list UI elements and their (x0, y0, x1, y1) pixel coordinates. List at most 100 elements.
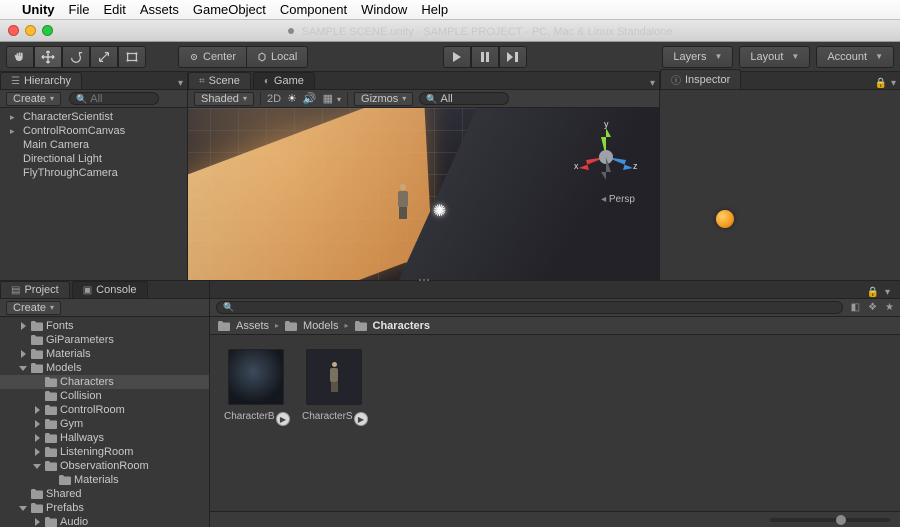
minimize-window-button[interactable] (25, 25, 36, 36)
pivot-local-button[interactable]: Local (247, 46, 308, 68)
expand-icon[interactable] (18, 503, 28, 513)
scene-character[interactable] (395, 184, 411, 220)
hierarchy-item[interactable]: Main Camera (0, 138, 187, 152)
project-tree-item[interactable]: Materials (0, 473, 209, 487)
hierarchy-search-input[interactable]: 🔍All (69, 92, 159, 105)
expand-icon[interactable] (18, 321, 28, 331)
menu-assets[interactable]: Assets (140, 2, 179, 17)
project-tree-item[interactable]: Audio (0, 515, 209, 527)
light-gizmo-icon[interactable]: ✺ (433, 201, 446, 221)
audio-toggle-icon[interactable]: 🔊 (303, 92, 317, 105)
rotate-tool-button[interactable] (62, 46, 90, 68)
project-tree-item[interactable]: Prefabs (0, 501, 209, 515)
projection-label[interactable]: Persp (601, 194, 635, 205)
panel-menu-icon[interactable]: ▾ (178, 78, 183, 89)
asset-play-icon[interactable]: ▶ (354, 412, 368, 426)
hierarchy-create-dropdown[interactable]: Create▾ (6, 92, 61, 106)
thumbnail-size-slider[interactable] (770, 518, 890, 522)
orientation-gizmo[interactable]: y z x (571, 122, 641, 192)
pause-button[interactable] (471, 46, 499, 68)
asset-item[interactable]: ▶ CharacterSci... (304, 349, 364, 422)
expand-icon[interactable]: ▸ (10, 126, 19, 137)
project-tree-item[interactable]: Materials (0, 347, 209, 361)
hierarchy-item[interactable]: ▸CharacterScientist (0, 110, 187, 124)
toggle-2d-button[interactable]: 2D (267, 93, 281, 105)
menu-component[interactable]: Component (280, 2, 347, 17)
lock-icon[interactable]: 🔒 (875, 78, 887, 89)
expand-icon[interactable] (32, 433, 42, 443)
menu-unity[interactable]: Unity (22, 2, 55, 17)
hierarchy-item[interactable]: FlyThroughCamera (0, 166, 187, 180)
expand-icon[interactable] (32, 419, 42, 429)
project-tree-item[interactable]: ListeningRoom (0, 445, 209, 459)
expand-icon[interactable] (46, 475, 56, 485)
project-tree-item[interactable]: ControlRoom (0, 403, 209, 417)
save-search-icon[interactable]: ★ (885, 302, 894, 313)
project-tree-item[interactable]: Collision (0, 389, 209, 403)
filter-by-label-icon[interactable]: ❖ (868, 302, 877, 313)
effects-toggle-icon[interactable]: ▦▾ (323, 92, 341, 105)
game-tab[interactable]: ◐Game (253, 72, 315, 89)
project-tree-item[interactable]: Hallways (0, 431, 209, 445)
scene-search-input[interactable]: 🔍All (419, 92, 509, 105)
breadcrumb-item[interactable]: Models (303, 320, 338, 332)
project-tree-item[interactable]: Shared (0, 487, 209, 501)
project-tab[interactable]: ▤Project (0, 281, 70, 298)
gizmos-dropdown[interactable]: Gizmos▾ (354, 92, 413, 106)
panel-menu-icon[interactable]: ▾ (891, 78, 896, 89)
breadcrumb-item[interactable]: Characters (373, 320, 430, 332)
hierarchy-item[interactable]: Directional Light (0, 152, 187, 166)
step-button[interactable] (499, 46, 527, 68)
project-tree-item[interactable]: Fonts (0, 319, 209, 333)
expand-icon[interactable] (32, 517, 42, 527)
expand-icon[interactable] (18, 335, 28, 345)
project-search-input[interactable]: 🔍 (216, 301, 843, 314)
hand-tool-button[interactable] (6, 46, 34, 68)
lighting-toggle-icon[interactable]: ☀ (287, 92, 297, 105)
breadcrumb-item[interactable]: Assets (236, 320, 269, 332)
expand-icon[interactable] (32, 377, 42, 387)
rect-tool-button[interactable] (118, 46, 146, 68)
move-tool-button[interactable] (34, 46, 62, 68)
play-button[interactable] (443, 46, 471, 68)
panel-menu-icon[interactable]: ▾ (650, 78, 655, 89)
expand-icon[interactable] (32, 391, 42, 401)
expand-icon[interactable]: ▸ (10, 112, 19, 123)
project-tree-item[interactable]: Characters (0, 375, 209, 389)
expand-icon[interactable] (32, 447, 42, 457)
menu-edit[interactable]: Edit (103, 2, 125, 17)
layers-dropdown[interactable]: Layers▼ (662, 46, 733, 68)
layout-dropdown[interactable]: Layout▼ (739, 46, 810, 68)
close-window-button[interactable] (8, 25, 19, 36)
pivot-center-button[interactable]: Center (178, 46, 247, 68)
project-tree-item[interactable]: ObservationRoom (0, 459, 209, 473)
expand-icon[interactable] (18, 363, 28, 373)
menu-window[interactable]: Window (361, 2, 407, 17)
menu-gameobject[interactable]: GameObject (193, 2, 266, 17)
scene-viewport[interactable]: ✺ y z x Persp (188, 108, 659, 280)
panel-menu-icon[interactable]: ▾ (885, 287, 890, 298)
asset-play-icon[interactable]: ▶ (276, 412, 290, 426)
project-create-dropdown[interactable]: Create▾ (6, 301, 61, 315)
console-tab[interactable]: ▣Console (72, 281, 148, 298)
expand-icon[interactable] (32, 405, 42, 415)
inspector-tab[interactable]: ⓘInspector (660, 69, 741, 89)
menu-help[interactable]: Help (421, 2, 448, 17)
hierarchy-tab[interactable]: ☰Hierarchy (0, 72, 82, 89)
project-tree-item[interactable]: Models (0, 361, 209, 375)
project-tree-item[interactable]: GiParameters (0, 333, 209, 347)
hierarchy-item[interactable]: ▸ControlRoomCanvas (0, 124, 187, 138)
expand-icon[interactable] (32, 461, 42, 471)
scene-tab[interactable]: ⌗Scene (188, 72, 251, 89)
asset-item[interactable]: ▶ CharacterBu... (226, 349, 286, 422)
menu-file[interactable]: File (69, 2, 90, 17)
expand-icon[interactable] (18, 489, 28, 499)
shading-mode-dropdown[interactable]: Shaded▾ (194, 92, 254, 106)
account-dropdown[interactable]: Account▼ (816, 46, 894, 68)
expand-icon[interactable] (18, 349, 28, 359)
project-tree-item[interactable]: Gym (0, 417, 209, 431)
filter-by-type-icon[interactable]: ◧ (851, 302, 860, 313)
zoom-window-button[interactable] (42, 25, 53, 36)
scale-tool-button[interactable] (90, 46, 118, 68)
lock-icon[interactable]: 🔒 (867, 287, 879, 298)
